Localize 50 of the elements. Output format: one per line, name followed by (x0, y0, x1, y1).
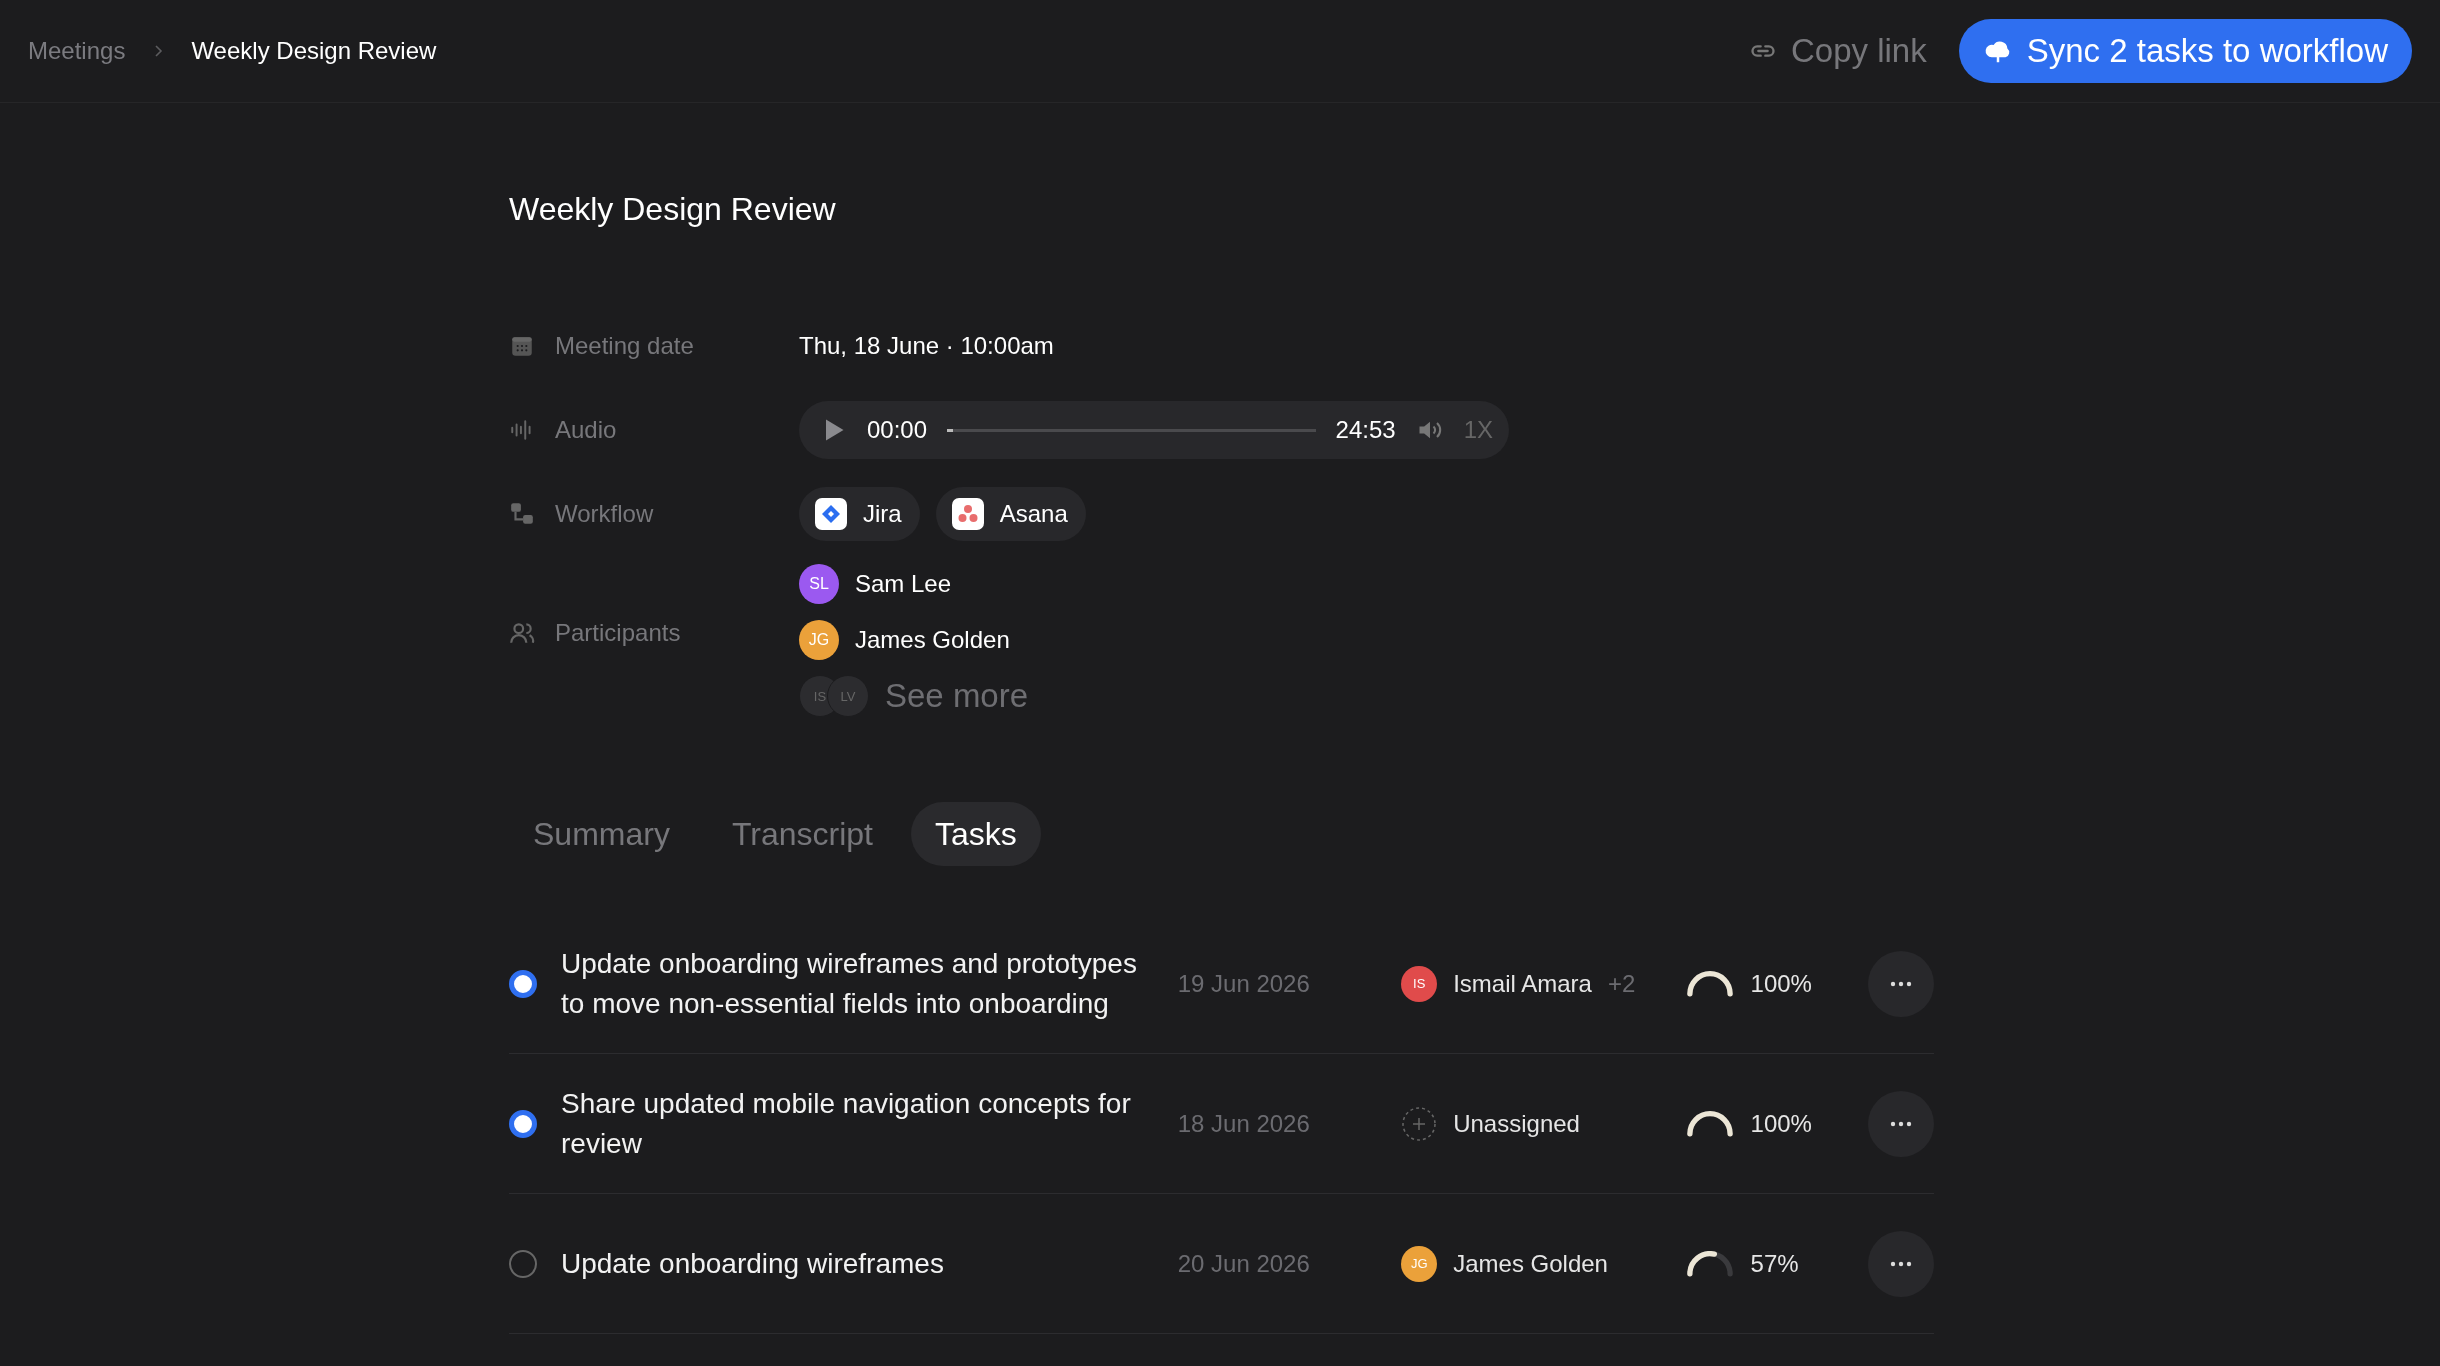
avatar: JG (1401, 1245, 1438, 1282)
tab[interactable]: Transcript (707, 802, 897, 866)
see-more-link[interactable]: See more (885, 677, 1029, 715)
workflow-chip[interactable]: Jira (799, 487, 920, 541)
progress-percent: 57% (1750, 1249, 1799, 1278)
workflow-icon (509, 501, 535, 527)
avatar: SL (799, 564, 839, 604)
due-date: 19 Jun 2026 (1177, 969, 1311, 998)
more-icon (1889, 1259, 1914, 1268)
breadcrumb-link[interactable]: Meetings (28, 37, 126, 65)
page-title: Weekly Design Review (509, 190, 837, 229)
progress-percent: 100% (1750, 969, 1812, 998)
people-icon (509, 620, 535, 646)
task-checkbox[interactable] (509, 1109, 537, 1138)
assignee-name: Ismail Amara (1453, 969, 1592, 998)
tab[interactable]: Tasks (910, 802, 1041, 866)
task-title: Update onboarding wireframes and prototypes to move non-essential fields into onboarding (561, 946, 1138, 1021)
current-time: 00:00 (867, 416, 928, 444)
due-date: 20 Jun 2026 (1177, 1249, 1311, 1278)
assignee-name: James Golden (1453, 1249, 1608, 1278)
duration: 24:53 (1335, 416, 1396, 444)
field-label: Audio (555, 416, 617, 444)
avatar: LV (827, 675, 869, 717)
task-title: Update onboarding wireframes (561, 1246, 945, 1281)
avatar: JG (799, 620, 839, 660)
chevron-icon (153, 43, 164, 59)
task-checkbox[interactable] (509, 969, 537, 998)
meeting-date: Thu, 18 June · 10:00am (799, 332, 1054, 360)
participant-name: Sam Lee (855, 570, 952, 598)
breadcrumb-link[interactable]: Weekly Design Review (191, 37, 437, 65)
more-icon (1889, 1119, 1914, 1128)
avatar: IS (1401, 965, 1438, 1002)
workflow-chip[interactable]: Asana (935, 487, 1086, 541)
progress-percent: 100% (1750, 1109, 1812, 1138)
audio-track[interactable] (947, 428, 1316, 432)
speed-button[interactable]: 1X (1463, 416, 1493, 444)
field-label: Meeting date (555, 332, 694, 360)
field-label: Participants (555, 619, 681, 647)
field-label: Workflow (555, 500, 654, 528)
extra-count: +2 (1607, 969, 1636, 998)
task-title: Share updated mobile navigation concepts for review (561, 1086, 1132, 1161)
sync-button[interactable]: Sync 2 tasks to workflow (1958, 19, 2412, 83)
task-checkbox[interactable] (509, 1249, 537, 1278)
add-assignee-icon[interactable] (1401, 1105, 1438, 1142)
assignee-name: Unassigned (1453, 1109, 1580, 1138)
copy-link-button[interactable]: Copy link (1748, 32, 1927, 70)
due-date: 18 Jun 2026 (1177, 1109, 1311, 1138)
more-icon (1889, 979, 1914, 988)
participant-name: James Golden (855, 626, 1010, 654)
tab[interactable]: Summary (509, 802, 694, 866)
